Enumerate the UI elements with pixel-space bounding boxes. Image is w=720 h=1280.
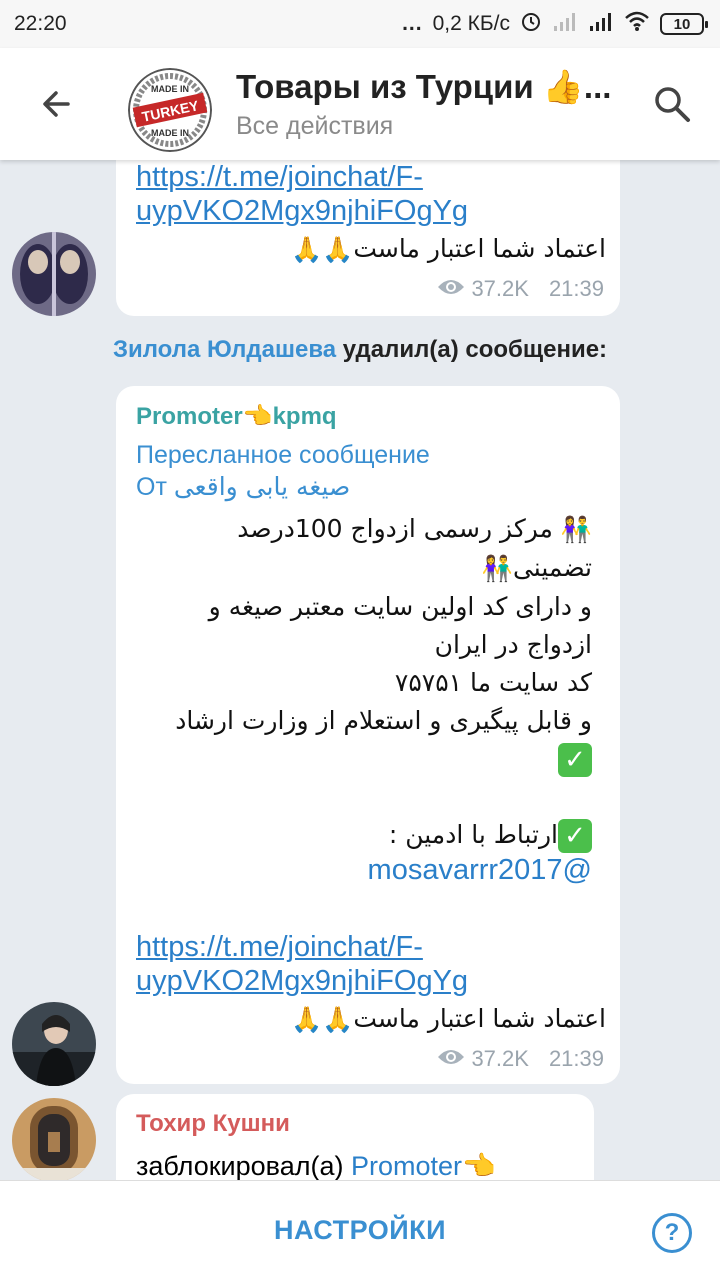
signal-weak-icon [552, 10, 578, 38]
forwarded-from[interactable]: От صیغه یابی واقعی [136, 470, 350, 504]
body-line-text: تضمینی [512, 553, 592, 582]
message-author[interactable]: Promoter👈kpmq [136, 402, 337, 431]
service-action: удалил(а) сообщение: [336, 336, 608, 363]
message-text: اعتماد شما اعتبار ماست🙏🙏 [136, 230, 606, 269]
message-time: 21:39 [548, 276, 604, 301]
body-line: و قابل پیگیری و استعلام از وزارت ارشاد [175, 706, 592, 735]
chat-title[interactable]: Товары из Турции 👍... [236, 68, 626, 107]
service-message: Зилола Юлдашева удалил(а) сообщение: [0, 336, 720, 364]
status-bar: 22:20 ... 0,2 КБ/с 10 [0, 0, 720, 48]
search-icon [655, 87, 690, 122]
check-mark-icon: ✓ [558, 743, 592, 777]
body-line: ✓ارتباط با ادمین : [136, 816, 592, 854]
couple-emoji: 👫 [560, 515, 592, 544]
message-feed[interactable]: https://t.me/joinchat/F- uypVKO2Mgx9njhi… [0, 160, 720, 1180]
message-time: 21:39 [548, 1046, 604, 1071]
deleted-message-bubble[interactable]: Promoter👈kpmq Пересланное сообщение От ص… [116, 386, 620, 1084]
sender-avatar[interactable] [12, 1098, 96, 1180]
message-bubble[interactable]: Тохир Кушни заблокировал(а) Promoter👈 [116, 1094, 594, 1180]
forwarded-from-prefix: От [136, 473, 174, 501]
message-author[interactable]: Тохир Кушни [136, 1110, 290, 1138]
body-line-blank [136, 778, 592, 816]
body-line: تضمینی👫 [136, 549, 592, 588]
body-line-text: مرکز رسمی ازدواج 100درصد [237, 514, 553, 543]
message-text: заблокировал(а) Promoter👈 [136, 1150, 496, 1180]
invite-link-cont[interactable]: uypVKO2Mgx9njhiFOgYg [136, 194, 606, 228]
views-icon [437, 276, 465, 302]
pray-emoji: 🙏🙏 [291, 1005, 354, 1034]
search-button[interactable] [646, 78, 698, 130]
message-bubble[interactable]: https://t.me/joinchat/F- uypVKO2Mgx9njhi… [116, 160, 620, 316]
arrow-left-icon [43, 91, 70, 117]
sender-avatar[interactable] [12, 232, 96, 316]
service-user-name[interactable]: Зилола Юлдашева [113, 336, 336, 363]
forwarded-label: Пересланное сообщение [136, 441, 430, 469]
body-line: 👫 مرکز رسمی ازدواج 100درصد [136, 510, 592, 549]
forwarded-from-name[interactable]: صیغه یابی واقعی [174, 472, 350, 501]
invite-link[interactable]: https://t.me/joinchat/F- [136, 930, 606, 964]
back-button[interactable] [30, 78, 82, 130]
logo-made-in-top: MADE IN [151, 84, 189, 94]
logo-made-in-bottom: MADE IN [151, 128, 189, 138]
message-text: اعتماد شما اعتبار ماست🙏🙏 [136, 1000, 606, 1039]
body-line: ✓ [136, 740, 592, 778]
couple-emoji: 👫 [481, 554, 513, 583]
sender-avatar[interactable] [12, 1002, 96, 1086]
views-icon [437, 1046, 465, 1072]
check-mark-icon: ✓ [558, 819, 592, 853]
message-meta: 37.2K 21:39 [437, 1046, 604, 1072]
question-icon: ? [664, 1219, 680, 1246]
pray-emoji: 🙏🙏 [291, 235, 354, 264]
help-button[interactable]: ? [652, 1213, 692, 1253]
chat-avatar-turkey-logo[interactable]: TURKEY MADE IN MADE IN [128, 68, 212, 152]
chat-header: TURKEY MADE IN MADE IN Товары из Турции … [0, 48, 720, 160]
network-speed: 0,2 КБ/с [432, 12, 510, 35]
view-count: 37.2K [471, 1046, 529, 1071]
alarm-icon [520, 10, 542, 38]
body-line-text: ارتباط با ادمین : [388, 820, 558, 849]
invite-link[interactable]: https://t.me/joinchat/F- [136, 160, 606, 194]
message-text-fa: اعتماد شما اعتبار ماست [353, 1004, 606, 1033]
signal-strong-icon [588, 10, 614, 38]
admin-handle[interactable]: mosavarrr2017@ [368, 854, 592, 887]
message-body: 👫 مرکز رسمی ازدواج 100درصد تضمینی👫 و دار… [136, 510, 592, 854]
blocked-user-link[interactable]: Promoter👈 [351, 1151, 496, 1180]
message-text-fa: اعتماد شما اعتبار ماست [353, 234, 606, 263]
battery-icon: 10 [660, 13, 708, 35]
chat-subtitle: Все действия [236, 112, 394, 140]
body-line: ازدواج در ایران [434, 630, 592, 659]
message-meta: 37.2K 21:39 [437, 276, 604, 302]
block-action-text: заблокировал(а) [136, 1151, 351, 1180]
bottom-bar: НАСТРОЙКИ ? [0, 1180, 720, 1280]
body-line: و دارای کد اولین سایت معتبر صیغه و [208, 592, 592, 621]
settings-button[interactable]: НАСТРОЙКИ [274, 1215, 446, 1246]
invite-link-cont[interactable]: uypVKO2Mgx9njhiFOgYg [136, 964, 606, 998]
status-icons: ... 0,2 КБ/с 10 [402, 10, 708, 38]
notification-dots: ... [402, 12, 423, 35]
status-time: 22:20 [14, 12, 67, 35]
wifi-icon [624, 10, 650, 38]
view-count: 37.2K [471, 276, 529, 301]
body-line: کد سایت ما ۷۵۷۵۱ [394, 668, 592, 697]
